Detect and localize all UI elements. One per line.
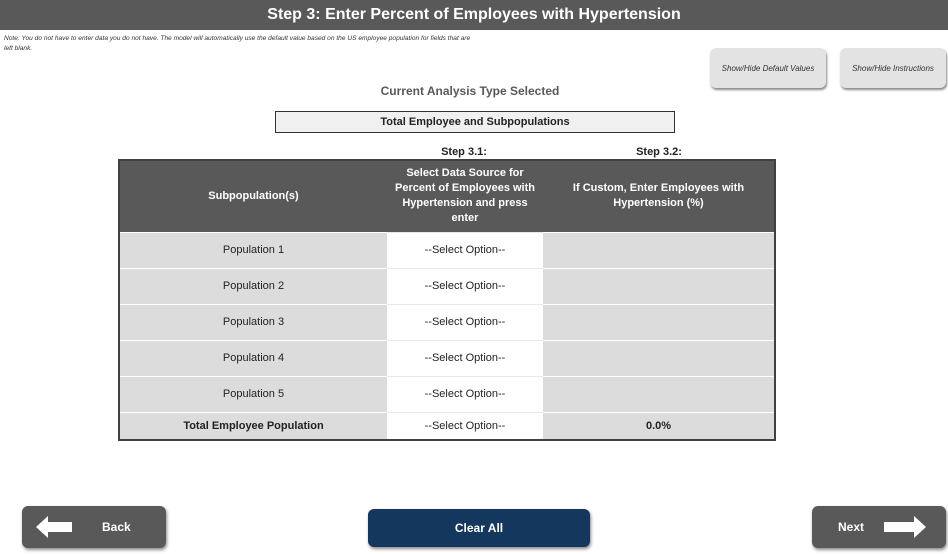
population-label: Population 4 bbox=[119, 339, 387, 376]
population-label: Population 1 bbox=[119, 231, 387, 268]
custom-percent-input[interactable] bbox=[543, 303, 775, 340]
custom-percent-input[interactable] bbox=[543, 267, 775, 304]
step-3-2-label: Step 3.2: bbox=[636, 146, 682, 158]
total-percent-value: 0.0% bbox=[543, 411, 775, 440]
total-population-label: Total Employee Population bbox=[119, 411, 387, 440]
total-row: Total Employee Population --Select Optio… bbox=[119, 411, 775, 440]
data-source-select[interactable]: --Select Option-- bbox=[387, 339, 543, 376]
data-source-select[interactable]: --Select Option-- bbox=[387, 267, 543, 304]
table-row: Population 1 --Select Option-- bbox=[119, 231, 775, 268]
data-source-select[interactable]: --Select Option-- bbox=[387, 375, 543, 412]
data-source-select[interactable]: --Select Option-- bbox=[387, 231, 543, 268]
next-label: Next bbox=[838, 520, 865, 534]
step-3-1-label: Step 3.1: bbox=[441, 146, 487, 158]
data-source-select[interactable]: --Select Option-- bbox=[387, 303, 543, 340]
table-row: Population 3 --Select Option-- bbox=[119, 303, 775, 340]
population-label: Population 2 bbox=[119, 267, 387, 304]
analysis-type-value: Total Employee and Subpopulations bbox=[275, 111, 675, 133]
table-row: Population 2 --Select Option-- bbox=[119, 267, 775, 304]
table-header-row: Subpopulation(s) Select Data Source for … bbox=[119, 160, 775, 232]
table-row: Population 4 --Select Option-- bbox=[119, 339, 775, 376]
clear-all-button[interactable]: Clear All bbox=[368, 509, 590, 547]
analysis-type-heading: Current Analysis Type Selected bbox=[380, 84, 560, 98]
total-data-source-select[interactable]: --Select Option-- bbox=[387, 411, 543, 440]
custom-percent-input[interactable] bbox=[543, 231, 775, 268]
custom-percent-input[interactable] bbox=[543, 339, 775, 376]
right-arrow-icon bbox=[882, 515, 928, 539]
left-arrow-icon bbox=[34, 515, 74, 539]
header-subpopulations: Subpopulation(s) bbox=[119, 160, 387, 232]
back-button[interactable]: Back bbox=[22, 506, 166, 548]
table-row: Population 5 --Select Option-- bbox=[119, 375, 775, 412]
back-label: Back bbox=[102, 520, 131, 534]
header-data-source: Select Data Source for Percent of Employ… bbox=[387, 160, 543, 232]
header-custom-percent: If Custom, Enter Employees with Hyperten… bbox=[543, 160, 775, 232]
hypertension-table: Subpopulation(s) Select Data Source for … bbox=[118, 159, 776, 441]
show-hide-instructions-button[interactable]: Show/Hide Instructions bbox=[840, 48, 946, 88]
note-text: Note: You do not have to enter data you … bbox=[4, 35, 471, 52]
show-hide-default-values-button[interactable]: Show/Hide Default Values bbox=[710, 48, 826, 88]
next-button[interactable]: Next bbox=[812, 506, 946, 548]
population-label: Population 5 bbox=[119, 375, 387, 412]
population-label: Population 3 bbox=[119, 303, 387, 340]
custom-percent-input[interactable] bbox=[543, 375, 775, 412]
page-title: Step 3: Enter Percent of Employees with … bbox=[0, 0, 948, 30]
